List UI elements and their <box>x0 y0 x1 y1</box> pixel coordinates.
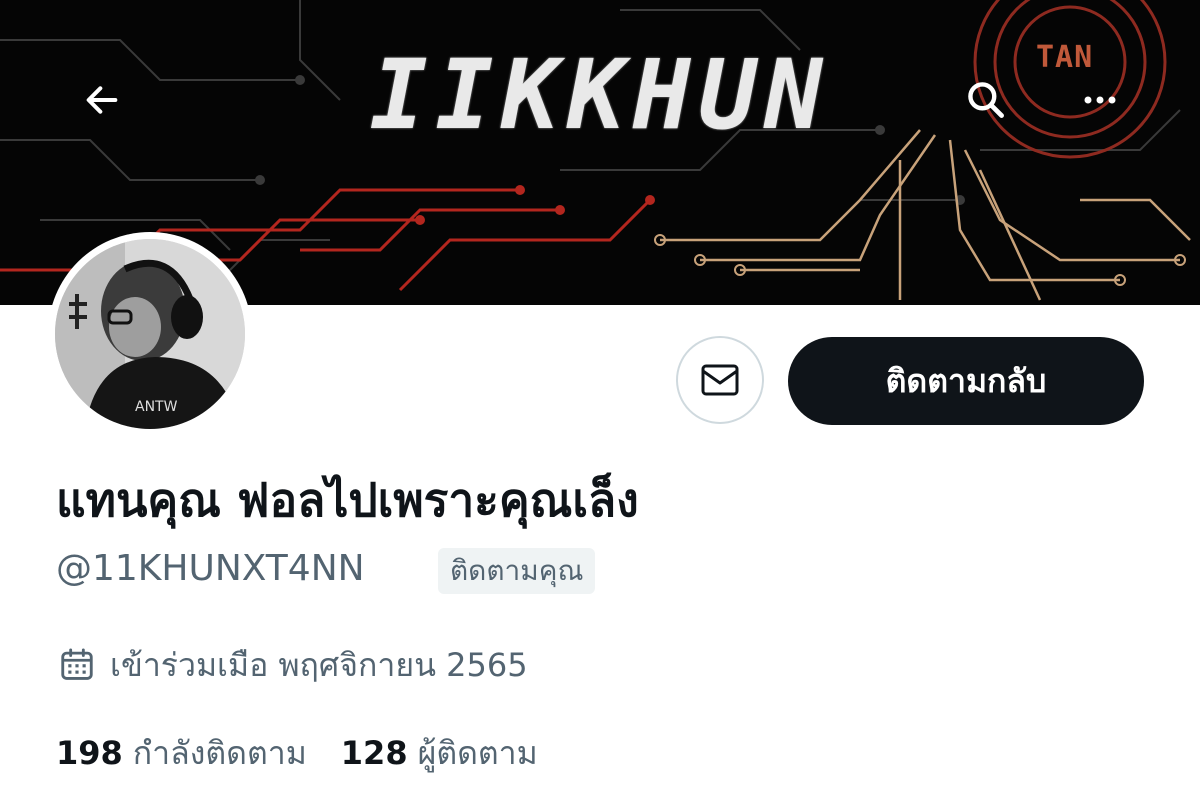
followers-link[interactable]: 128 ผู้ติดตาม <box>341 728 538 779</box>
calendar-icon <box>61 648 93 680</box>
following-link[interactable]: 198 กำลังติดตาม <box>56 728 307 779</box>
svg-text:ANTW: ANTW <box>135 399 178 415</box>
more-horizontal-icon <box>1084 96 1116 104</box>
followers-count: 128 <box>340 734 408 772</box>
join-date: เข้าร่วมเมือ พฤศจิกายน 2565 <box>58 640 528 690</box>
envelope-icon <box>701 364 739 396</box>
following-count: 198 <box>56 734 123 772</box>
follow-back-button[interactable]: ติดตามกลับ <box>788 337 1144 425</box>
search-icon <box>968 82 1004 118</box>
more-options-button[interactable] <box>1070 70 1130 130</box>
join-date-text: เข้าร่วมเมือ พฤศจิกายน 2565 <box>110 645 528 684</box>
back-button[interactable] <box>72 70 132 130</box>
arrow-left-icon <box>86 86 118 114</box>
profile-avatar[interactable]: ANTW <box>48 232 252 436</box>
avatar-photo: ANTW <box>55 239 245 429</box>
display-name: แทนคุณ ฟอลไปเพราะคุณเล็ง <box>56 473 639 527</box>
search-button[interactable] <box>956 70 1016 130</box>
following-label: กำลังติดตาม <box>132 733 307 772</box>
followers-label: ผู้ติดตาม <box>417 733 538 772</box>
user-handle: @11KHUNXT4NN <box>56 548 365 589</box>
message-button[interactable] <box>676 336 764 424</box>
follow-stats: 198 กำลังติดตาม 128 ผู้ติดตาม <box>56 728 572 778</box>
banner-logo-text: IIKKHUN <box>369 39 831 151</box>
follows-you-badge: ติดตามคุณ <box>438 548 596 594</box>
